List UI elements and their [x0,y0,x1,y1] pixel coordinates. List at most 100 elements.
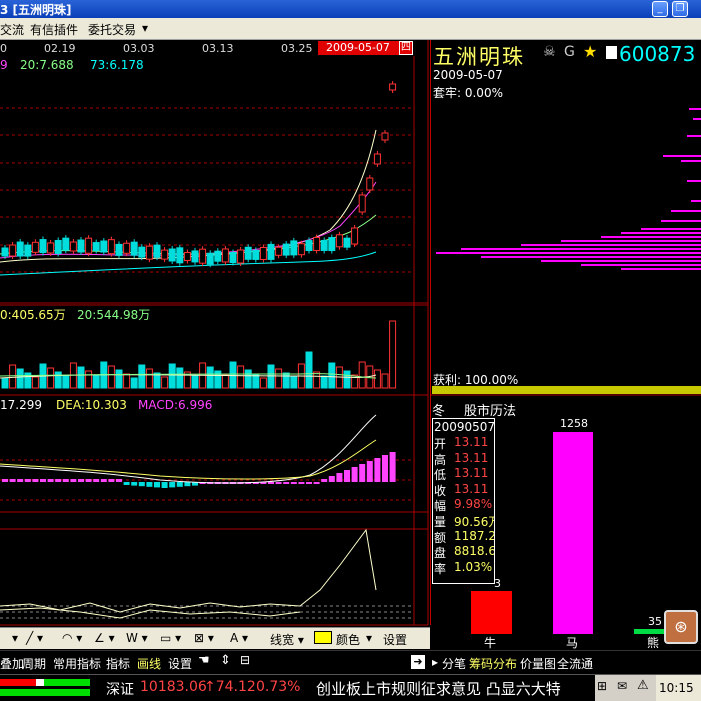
settings-icon[interactable]: G [564,44,575,60]
arrow-right-icon[interactable]: ➜ [411,655,425,669]
free-float-tab[interactable]: 全流通 [557,655,593,672]
info-label: 开 [434,437,447,451]
candle-body [92,242,100,252]
favorite-box-icon[interactable] [606,46,617,59]
network-icon[interactable]: ⊞ [597,679,607,693]
macd-bar [359,464,366,482]
season-label: 冬 [432,404,446,419]
candle-body [389,83,397,91]
volume-bar [328,362,336,389]
info-label: 收 [434,483,447,498]
text-tool[interactable]: A ▾ [230,631,248,645]
volume-bar [123,373,131,389]
message-icon[interactable]: ✉ [617,679,627,693]
macd-bar [146,482,153,487]
macd-bar [336,473,343,482]
macd-bar [268,482,274,484]
index-name: 深证 [106,682,134,698]
candle-body [1,247,9,257]
draw-tool-dropdown[interactable]: ▾ [12,631,18,645]
macd-bar [40,479,46,482]
profit-bar [432,386,701,394]
line-tool[interactable]: ╱ ▾ [26,631,43,645]
trapped-ratio: 套牢: 0.00% [433,86,503,100]
candle-body [214,250,222,262]
hand-icon[interactable]: ☚ [198,653,210,668]
warning-icon[interactable]: ⚠ [637,678,649,693]
macd-bar [321,479,328,482]
volume-bar [145,368,153,389]
chip-distribution-tab[interactable]: 筹码分布 [469,655,517,672]
system-clock: 10:15 [656,675,701,701]
period-button[interactable]: 周期 [22,655,46,672]
index-change: ↑74.12 [204,679,256,695]
color-dropdown[interactable]: ▾ [366,631,372,645]
macd-bar [290,482,297,484]
price-volume-tab[interactable]: 价量图 [520,655,556,672]
common-indicators-button[interactable]: 常用指标 [53,655,101,672]
macd-bar [313,482,320,484]
macd-value-label: MACD:6.996 [138,398,213,412]
channel-tool[interactable]: ⊠ ▾ [194,631,214,645]
info-value: 13.11 [454,466,489,481]
lock-icon[interactable]: ⊟ [240,653,250,667]
macd-bar [389,452,396,482]
draw-line-button[interactable]: 画线 [137,655,161,672]
line-width-dropdown[interactable]: 线宽 ▾ [270,631,304,648]
news-ticker[interactable]: 创业板上市规则征求意见 凸显六大特 [316,678,561,699]
candle-body [16,241,24,257]
bear-value: 35 [648,615,662,628]
wave-tool[interactable]: W ▾ [126,631,148,645]
overlay-button[interactable]: 叠加 [0,655,24,672]
candle-body [77,239,85,253]
macd-bar [47,479,54,482]
rectangle-tool[interactable]: ▭ ▾ [160,631,181,645]
star-icon[interactable]: ★ [583,42,597,61]
candle-body [373,153,381,165]
candle-body [290,240,298,256]
candle-body [9,244,17,257]
assistant-icon[interactable]: ⊛ [664,610,698,644]
chip-date: 2009-05-07 [433,68,503,82]
macd-bar [78,479,84,482]
color-label[interactable]: 颜色 [336,631,360,648]
volume-bar [305,351,313,389]
volume-bar [107,365,115,389]
macd-bar [176,482,183,487]
candle-body [381,132,389,141]
volume-bar [351,374,359,389]
current-weekday: 四 [399,41,413,55]
candle-body [168,248,176,262]
info-label: 高 [434,452,447,467]
candle-body [343,237,351,248]
ma-label-20: 20:7.688 [20,58,74,72]
func-settings-button[interactable]: 设置 [168,655,192,672]
stock-code: 600873 [619,42,696,66]
candle-body [138,246,146,258]
macd-bar [108,479,115,482]
stock-name: 五洲明珠 [433,45,525,69]
info-label: 量 [434,515,447,529]
skull-icon[interactable]: ☠ [543,44,556,60]
macd-bar [184,482,191,487]
volume-bar [168,363,176,389]
indicator-button[interactable]: 指标 [106,655,130,672]
candle-body [153,244,161,258]
tick-tab[interactable]: ▸ [432,655,438,669]
angle-tool[interactable]: ∠ ▾ [94,631,115,645]
info-value: 9.98% [454,497,493,512]
toolbar-settings-button[interactable]: 设置 [383,631,407,648]
macd-bar [17,479,24,482]
date-tick: 02.19 [44,42,76,55]
candle-body [313,236,321,251]
candle-body [107,239,115,255]
color-swatch[interactable] [314,631,332,644]
market-strength-bar [0,679,90,686]
tick-detail-tab[interactable]: 分笔 [442,655,466,672]
candle-body [199,248,207,264]
volume-bar [290,376,298,389]
index-percent: 0.73% [256,679,301,695]
move-icon[interactable]: ⇕ [220,653,231,668]
arc-tool[interactable]: ◠ ▾ [62,631,82,645]
volume-bar [92,374,100,389]
